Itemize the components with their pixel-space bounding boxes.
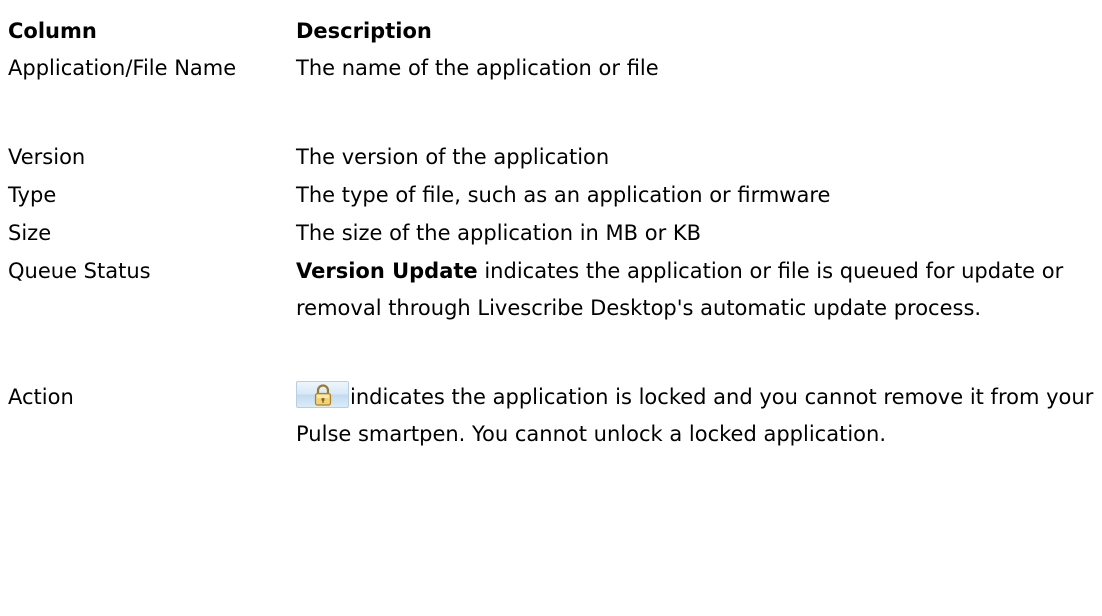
- row-name: Type: [8, 183, 57, 207]
- row-description: The type of file, such as an application…: [296, 183, 831, 207]
- row-description: Version Update indicates the application…: [296, 253, 1102, 327]
- version-update-term: Version Update: [296, 259, 478, 283]
- table-header-row: Column Description: [8, 12, 1102, 50]
- description-header: Description: [296, 19, 432, 43]
- row-name: Application/File Name: [8, 56, 237, 80]
- row-description: The size of the application in MB or KB: [296, 221, 702, 245]
- action-text: indicates the application is locked and …: [296, 385, 1094, 446]
- row-name: Action: [8, 385, 74, 409]
- lock-icon: [296, 381, 349, 408]
- row-description: indicates the application is locked and …: [296, 371, 1102, 453]
- column-header: Column: [8, 19, 97, 43]
- row-description: The version of the application: [296, 145, 610, 169]
- row-name: Size: [8, 221, 52, 245]
- column-description-table: Column Description Application/File Name…: [8, 12, 1102, 511]
- table-row: Type The type of file, such as an applic…: [8, 177, 1102, 215]
- table-row: Queue Status Version Update indicates th…: [8, 253, 1102, 371]
- row-description: The name of the application or file: [296, 56, 659, 80]
- table-row: Application/File Name The name of the ap…: [8, 50, 1102, 139]
- table-row: Size The size of the application in MB o…: [8, 215, 1102, 253]
- row-name: Queue Status: [8, 259, 151, 283]
- table-row: Action indicates the application is lock…: [8, 371, 1102, 511]
- row-name: Version: [8, 145, 86, 169]
- table-row: Version The version of the application: [8, 139, 1102, 177]
